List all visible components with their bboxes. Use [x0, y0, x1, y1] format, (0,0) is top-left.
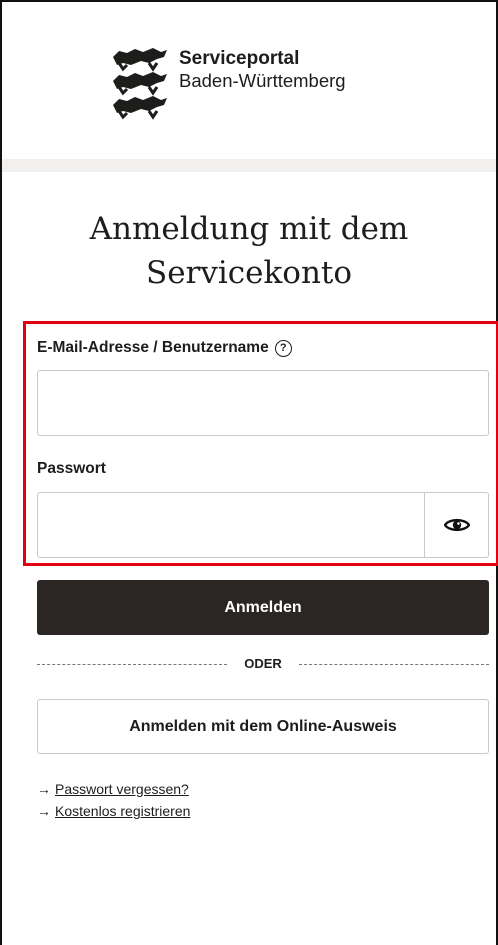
arrow-right-icon: →: [37, 803, 51, 819]
register-link[interactable]: Kostenlos registrieren: [55, 803, 190, 819]
header-separator: [2, 159, 496, 172]
help-links: → Passwort vergessen? → Kostenlos registri…: [37, 778, 190, 822]
login-button[interactable]: Anmelden: [37, 580, 489, 635]
password-field[interactable]: [38, 493, 424, 557]
divider-line-right: [299, 664, 489, 665]
page-title: Anmeldung mit dem Servicekonto: [2, 207, 496, 295]
email-label-text: E-Mail-Adresse / Benutzername: [37, 339, 269, 356]
password-label: Passwort: [37, 460, 106, 477]
brand-name[interactable]: Serviceportal Baden-Württemberg: [179, 48, 346, 92]
email-field[interactable]: [37, 370, 489, 436]
online-id-login-button[interactable]: Anmelden mit dem Online-Ausweis: [37, 699, 489, 754]
or-divider: ODER: [37, 656, 489, 672]
brand-name-line1: Serviceportal: [179, 48, 300, 69]
forgot-password-link[interactable]: Passwort vergessen?: [55, 781, 189, 797]
lions-logo-icon[interactable]: [109, 43, 169, 123]
help-icon[interactable]: ?: [274, 340, 292, 357]
forgot-password-row: → Passwort vergessen?: [37, 778, 190, 800]
login-page: Serviceportal Baden-Württemberg Anmeldun…: [0, 0, 498, 945]
email-label: E-Mail-Adresse / Benutzername?: [37, 339, 292, 357]
show-password-button[interactable]: [424, 493, 488, 557]
brand-name-line2: Baden-Württemberg: [179, 70, 346, 91]
page-title-line2: Servicekonto: [145, 255, 353, 291]
page-title-line1: Anmeldung mit dem: [89, 211, 409, 247]
eye-icon: [443, 518, 470, 532]
register-row: → Kostenlos registrieren: [37, 800, 190, 822]
site-header: Serviceportal Baden-Württemberg: [2, 2, 496, 159]
password-field-wrapper: [37, 492, 489, 558]
arrow-right-icon: →: [37, 781, 51, 797]
